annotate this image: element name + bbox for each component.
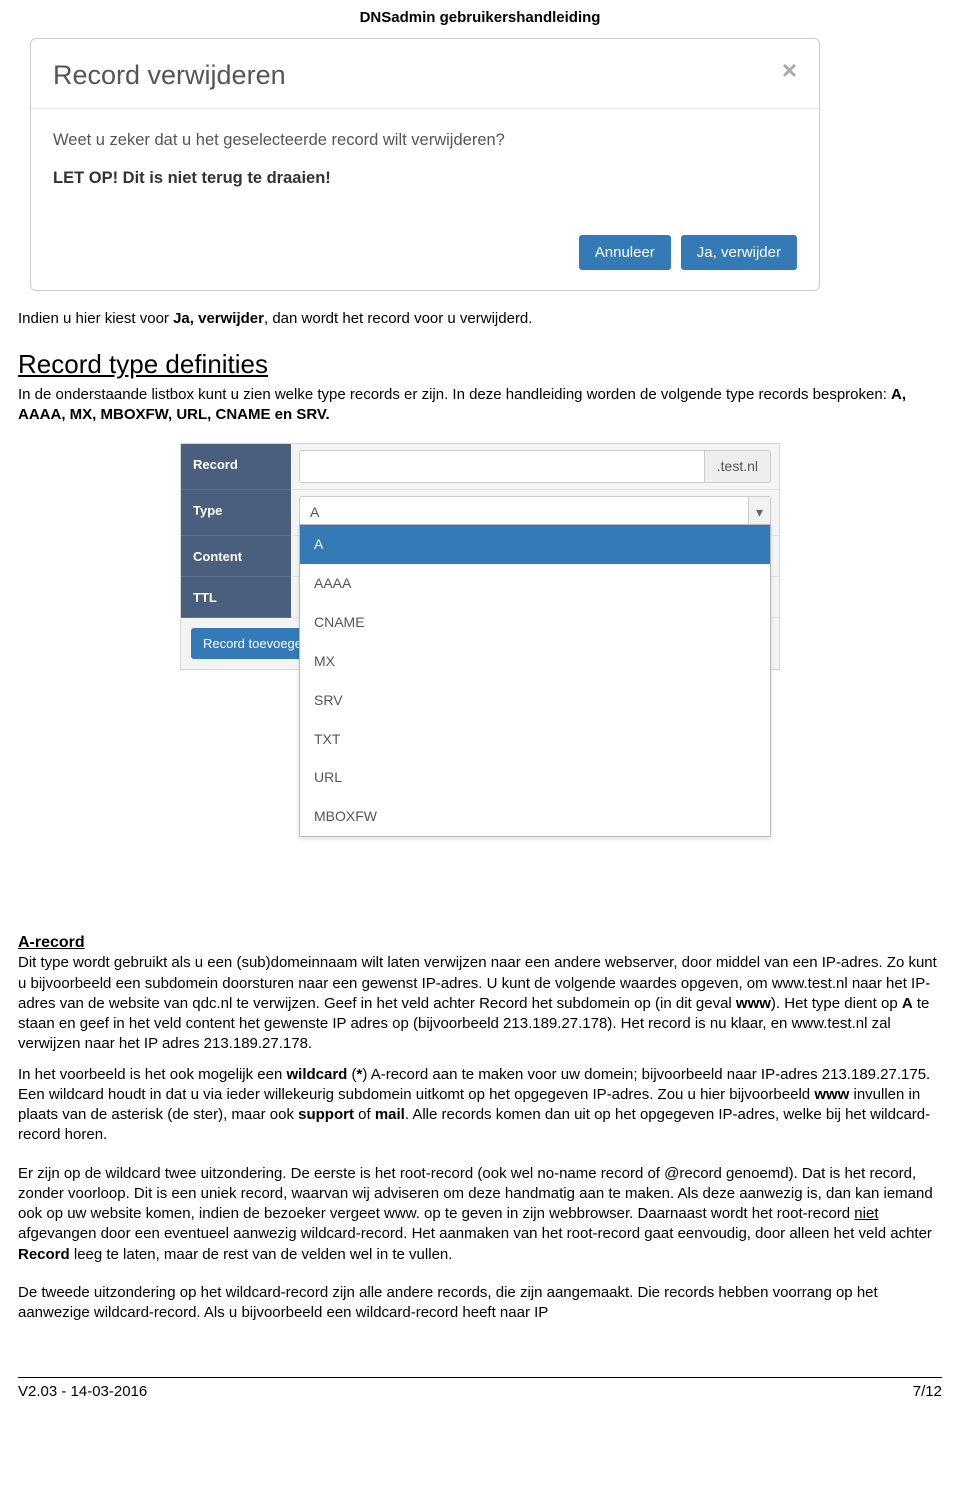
a-record-p1: Dit type wordt gebruikt als u een (sub)d… bbox=[18, 953, 942, 1054]
close-icon[interactable]: × bbox=[782, 57, 797, 83]
type-option[interactable]: AAAA bbox=[300, 564, 770, 603]
page-title: DNSadmin gebruikershandleiding bbox=[0, 0, 960, 34]
confirm-delete-button[interactable]: Ja, verwijder bbox=[681, 235, 797, 270]
dialog-warning: LET OP! Dit is niet terug te draaien! bbox=[53, 167, 797, 189]
page-number: 7/12 bbox=[913, 1382, 942, 1402]
type-dropdown: A AAAA CNAME MX SRV TXT URL MBOXFW bbox=[299, 524, 771, 837]
section-heading: Record type definities bbox=[18, 347, 942, 382]
type-option[interactable]: URL bbox=[300, 758, 770, 797]
after-modal-text: Indien u hier kiest voor Ja, verwijder, … bbox=[18, 309, 942, 329]
record-suffix: .test.nl bbox=[704, 451, 770, 482]
label-content: Content bbox=[181, 536, 291, 577]
page-footer: V2.03 - 14-03-2016 7/12 bbox=[18, 1377, 942, 1416]
label-type: Type bbox=[181, 490, 291, 536]
type-option[interactable]: TXT bbox=[300, 720, 770, 759]
a-record-p2: In het voorbeeld is het ook mogelijk een… bbox=[18, 1065, 942, 1146]
version-label: V2.03 - 14-03-2016 bbox=[18, 1382, 147, 1402]
type-option[interactable]: A bbox=[300, 525, 770, 564]
type-option[interactable]: SRV bbox=[300, 681, 770, 720]
label-record: Record bbox=[181, 444, 291, 490]
label-ttl: TTL bbox=[181, 577, 291, 618]
cancel-button[interactable]: Annuleer bbox=[579, 235, 671, 270]
dialog-title: Record verwijderen bbox=[53, 57, 286, 93]
section-intro: In de onderstaande listbox kunt u zien w… bbox=[18, 385, 942, 426]
type-option[interactable]: CNAME bbox=[300, 603, 770, 642]
dialog-message: Weet u zeker dat u het geselecteerde rec… bbox=[53, 129, 797, 151]
a-record-heading: A-record bbox=[18, 932, 942, 954]
delete-record-dialog: Record verwijderen × Weet u zeker dat u … bbox=[30, 38, 820, 291]
record-input[interactable]: .test.nl bbox=[299, 450, 771, 483]
type-option[interactable]: MBOXFW bbox=[300, 797, 770, 836]
a-record-p3: Er zijn op de wildcard twee uitzondering… bbox=[18, 1164, 942, 1265]
type-option[interactable]: MX bbox=[300, 642, 770, 681]
a-record-p4: De tweede uitzondering op het wildcard-r… bbox=[18, 1283, 942, 1324]
add-record-form: Record .test.nl Type A ▾ Content bbox=[180, 443, 780, 670]
